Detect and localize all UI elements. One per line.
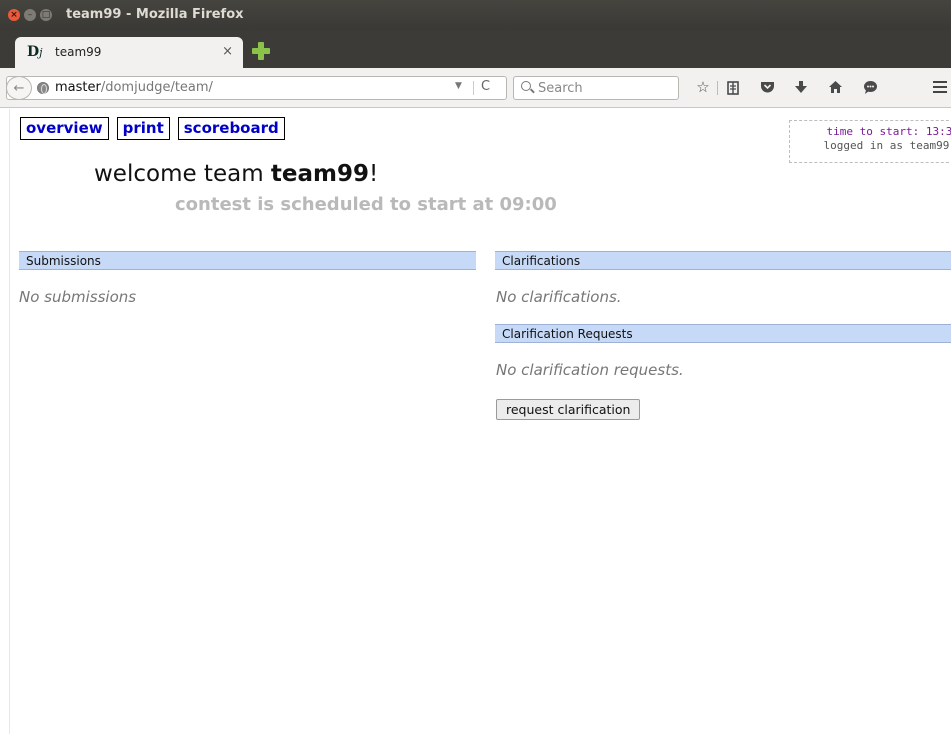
menu-overview-link[interactable]: overview: [20, 117, 109, 140]
window-left-edge: [0, 109, 10, 734]
tab-strip: Dj team99 ×: [0, 30, 951, 68]
search-input[interactable]: [538, 79, 668, 97]
globe-icon[interactable]: [37, 82, 49, 94]
login-status: logged in as team99×: [823, 139, 950, 152]
menu-icon[interactable]: [933, 81, 947, 93]
search-box[interactable]: [513, 76, 679, 100]
contest-status: contest is scheduled to start at 09:00: [175, 194, 557, 215]
pocket-icon[interactable]: [757, 77, 777, 97]
window-title: team99 - Mozilla Firefox: [66, 7, 244, 22]
window-controls: × – □: [8, 9, 52, 21]
window-titlebar: × – □ team99 - Mozilla Firefox: [0, 0, 951, 30]
minimize-icon: –: [27, 9, 33, 20]
menu-scoreboard-link[interactable]: scoreboard: [177, 117, 285, 140]
back-arrow-icon[interactable]: ←: [6, 76, 32, 100]
star-icon[interactable]: ☆: [693, 77, 713, 97]
search-icon: [521, 81, 531, 91]
download-icon[interactable]: [791, 77, 811, 97]
no-clarifications-message: No clarifications.: [496, 288, 622, 306]
url-text[interactable]: master/domjudge/team/: [55, 80, 213, 95]
team-menu: overview print scoreboard: [20, 117, 285, 140]
time-to-start: time to start: 13:33: [790, 125, 951, 138]
home-icon[interactable]: [825, 77, 845, 97]
no-clarification-requests-message: No clarification requests.: [496, 361, 684, 379]
clarifications-heading: Clarifications: [495, 251, 951, 270]
no-submissions-message: No submissions: [19, 288, 137, 306]
welcome-heading: welcome team team99!: [94, 161, 379, 187]
reload-icon[interactable]: C: [481, 79, 490, 94]
url-path: /domjudge/team/: [100, 80, 213, 95]
team-name: team99: [270, 161, 370, 187]
url-dropdown-icon[interactable]: ▼: [455, 81, 462, 91]
submissions-heading: Submissions: [19, 251, 476, 270]
time-to-start-value: 13:33: [925, 125, 951, 138]
new-tab-plus-icon[interactable]: [252, 42, 270, 60]
request-clarification-button[interactable]: request clarification: [496, 399, 641, 420]
navigation-toolbar: ← master/domjudge/team/ ▼ C ☆: [0, 68, 951, 108]
url-bar[interactable]: ← master/domjudge/team/ ▼ C: [6, 76, 507, 100]
toolbar-divider: [717, 81, 718, 95]
chat-icon[interactable]: [860, 77, 880, 97]
url-divider: [473, 81, 474, 95]
menu-print-link[interactable]: print: [116, 117, 170, 140]
maximize-icon: □: [41, 9, 51, 20]
page-content: overview print scoreboard time to start:…: [10, 109, 951, 734]
url-host: master: [55, 80, 101, 95]
reading-list-icon[interactable]: [723, 77, 743, 97]
contest-clock: time to start: 13:33 logged in as team99…: [789, 120, 951, 163]
tab-label: team99: [55, 45, 102, 59]
clarification-requests-heading: Clarification Requests: [495, 324, 951, 343]
tab-close-icon[interactable]: ×: [222, 44, 233, 59]
tab-team99[interactable]: Dj team99 ×: [15, 37, 243, 68]
close-icon: ×: [10, 9, 18, 20]
window-close-button[interactable]: ×: [8, 9, 20, 21]
domjudge-favicon-icon: Dj: [27, 44, 43, 60]
window-minimize-button[interactable]: –: [24, 9, 36, 21]
window-maximize-button[interactable]: □: [40, 9, 52, 21]
